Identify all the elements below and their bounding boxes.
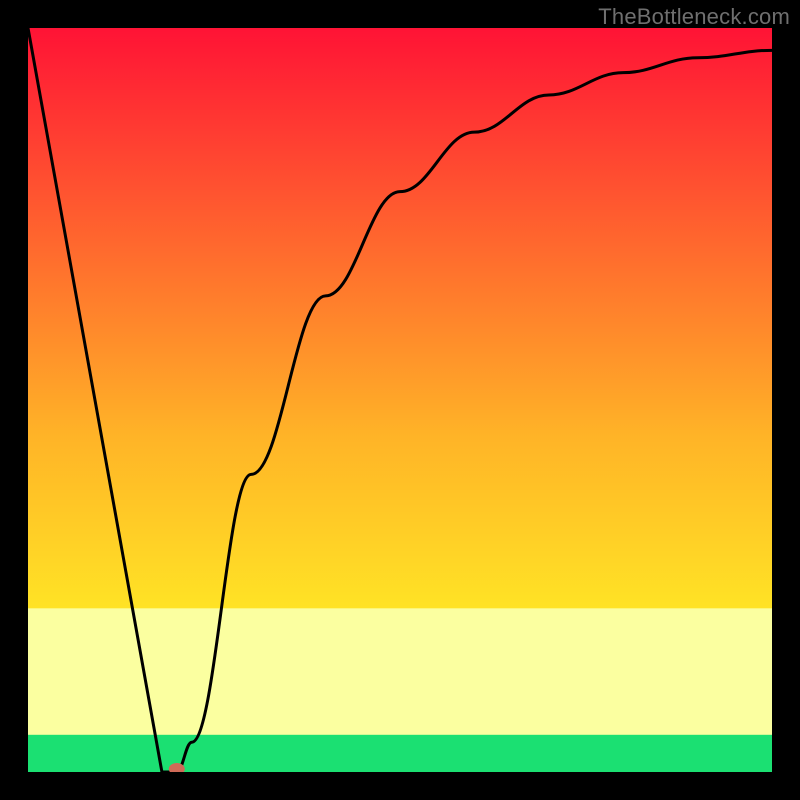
pale-yellow-band [28, 608, 772, 734]
watermark-text: TheBottleneck.com [598, 4, 790, 30]
green-band [28, 735, 772, 772]
plot-svg [28, 28, 772, 772]
plot-area [28, 28, 772, 772]
chart-stage: TheBottleneck.com [0, 0, 800, 800]
